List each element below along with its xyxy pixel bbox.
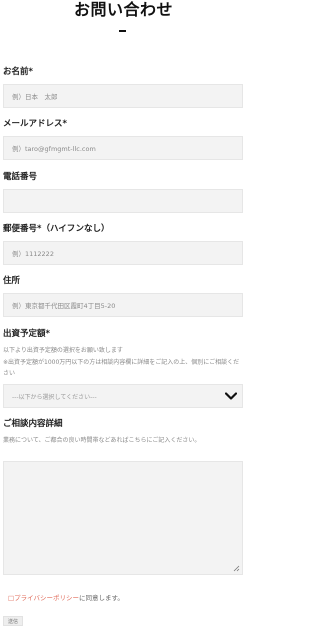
privacy-consent[interactable]: □プライバシーポリシーに同意します。 xyxy=(8,592,124,602)
postal-input-placeholder: 例）1112222 xyxy=(12,250,54,258)
chevron-down-icon xyxy=(220,384,242,408)
email-input[interactable]: 例）taro@gfmgmt-llc.com xyxy=(3,136,243,160)
page-title: お問い合わせ xyxy=(73,0,173,19)
name-label: お名前* xyxy=(3,67,33,77)
postal-label: 郵便番号*（ハイフンなし） xyxy=(3,224,110,234)
title-underline xyxy=(119,30,126,32)
address-label: 住所 xyxy=(3,276,21,286)
resize-grip-icon[interactable] xyxy=(232,564,240,572)
details-help: 業務について、ご都合の良い時間帯などあればこちらにご記入ください。 xyxy=(3,437,201,444)
phone-label: 電話番号 xyxy=(3,172,38,182)
capital-select-value: ---以下から選択してください--- xyxy=(12,393,97,401)
capital-help-1: 以下より出資予定額の選択をお願い致します xyxy=(3,347,123,354)
details-textarea[interactable] xyxy=(3,461,243,575)
capital-help-2: ※出資予定額が1000万円以下の方は相談内容欄に詳細をご記入の上、個別にご相談く… xyxy=(3,359,240,377)
name-input[interactable]: 例）日本 太郎 xyxy=(3,84,243,108)
capital-select[interactable]: ---以下から選択してください--- xyxy=(3,384,243,408)
capital-label: 出資予定額* xyxy=(3,329,50,339)
contact-form-page: お問い合わせ お名前* 例）日本 太郎 メールアドレス* 例）taro@gfmg… xyxy=(0,0,247,629)
email-input-placeholder: 例）taro@gfmgmt-llc.com xyxy=(12,145,96,153)
postal-input[interactable]: 例）1112222 xyxy=(3,241,243,265)
address-input[interactable]: 例）東京都千代田区霞町4丁目5-20 xyxy=(3,293,243,317)
name-input-placeholder: 例）日本 太郎 xyxy=(12,93,58,101)
privacy-policy-link[interactable]: □プライバシーポリシー xyxy=(8,594,79,602)
details-label: ご相談内容詳細 xyxy=(3,419,63,429)
phone-input[interactable] xyxy=(3,189,243,213)
privacy-consent-suffix: に同意します。 xyxy=(79,594,124,602)
submit-button[interactable]: 送信 xyxy=(3,616,23,626)
email-label: メールアドレス* xyxy=(3,119,67,129)
address-input-placeholder: 例）東京都千代田区霞町4丁目5-20 xyxy=(12,302,116,310)
